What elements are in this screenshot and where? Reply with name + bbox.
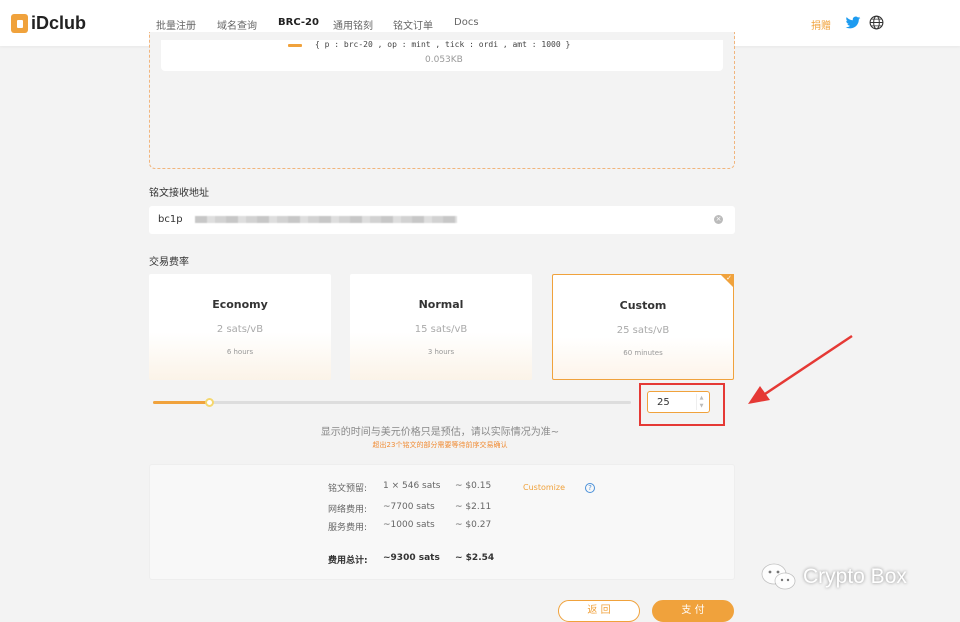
estimate-note: 显示的时间与美元价格只是预估，请以实际情况为准~	[320, 427, 560, 438]
fee-option-normal[interactable]: Normal 15 sats/vB 3 hours	[350, 274, 532, 380]
fee-option-title: Normal	[418, 298, 464, 311]
total-sats: ~9300 sats	[383, 553, 440, 563]
highlight-box	[639, 383, 725, 426]
reserve-sats: 1 × 546 sats	[383, 481, 441, 491]
customize-link[interactable]: Customize	[523, 483, 565, 492]
fee-option-custom[interactable]: ✓ Custom 25 sats/vB 60 minutes	[552, 274, 734, 380]
nav-item-orders[interactable]: 铭文订单	[393, 17, 433, 32]
fee-option-rate: 15 sats/vB	[414, 324, 468, 335]
total-label: 费用总计:	[328, 556, 368, 566]
pay-button[interactable]: 支 付	[652, 600, 734, 622]
logo-icon	[11, 14, 28, 33]
reserve-label: 铭文预留:	[328, 484, 368, 494]
fee-option-rate: 25 sats/vB	[616, 325, 670, 336]
address-label: 铭文接收地址	[149, 188, 209, 199]
receive-address-input[interactable]: bc1p ×	[149, 206, 735, 234]
nav-item-domain-search[interactable]: 域名查询	[217, 17, 257, 32]
network-fee-label: 网络费用:	[328, 505, 368, 515]
service-fee-label: 服务费用:	[328, 523, 368, 533]
cost-summary: 铭文预留: 1 × 546 sats ~ $0.15 Customize ? 网…	[149, 464, 735, 580]
total-usd: ~ $2.54	[455, 553, 495, 563]
fee-option-title: Custom	[619, 299, 667, 312]
fee-option-title: Economy	[212, 298, 268, 311]
donate-link[interactable]: 捐赠	[811, 17, 831, 32]
wechat-icon	[761, 563, 796, 590]
file-content: { p : brc-20 , op : mint , tick : ordi ,…	[315, 40, 571, 49]
twitter-icon[interactable]	[845, 15, 861, 34]
fee-slider[interactable]	[153, 398, 631, 407]
service-fee-usd: ~ $0.27	[455, 520, 492, 530]
check-icon: ✓	[726, 274, 732, 282]
file-item: { p : brc-20 , op : mint , tick : ordi ,…	[161, 40, 723, 71]
fee-option-time: 6 hours	[226, 348, 254, 356]
annotation-arrow-icon	[748, 334, 853, 404]
fee-slider-fill	[153, 401, 211, 404]
fee-option-time: 60 minutes	[623, 349, 663, 357]
service-fee-sats: ~1000 sats	[383, 520, 435, 530]
watermark-text: Crypto Box	[803, 565, 907, 588]
language-globe-icon[interactable]	[869, 15, 884, 34]
logo[interactable]: iDclub	[11, 13, 86, 34]
clear-icon[interactable]: ×	[714, 215, 723, 224]
logo-text: iDclub	[31, 13, 87, 33]
file-size: 0.053KB	[425, 55, 463, 65]
fee-slider-handle[interactable]	[205, 398, 215, 407]
nav-item-brc20[interactable]: BRC-20	[278, 17, 319, 28]
address-redacted	[195, 216, 457, 223]
watermark: Crypto Box	[760, 562, 907, 592]
address-value: bc1p	[158, 214, 183, 225]
back-button[interactable]: 返 回	[558, 600, 640, 622]
file-tag-icon	[288, 44, 302, 47]
fee-rate-label: 交易费率	[149, 257, 189, 268]
network-fee-sats: ~7700 sats	[383, 502, 435, 512]
fee-option-time: 3 hours	[427, 348, 455, 356]
warning-note: 超出23个铭文的部分需要等待前序交易确认	[372, 441, 508, 449]
fee-option-economy[interactable]: Economy 2 sats/vB 6 hours	[149, 274, 331, 380]
help-icon[interactable]: ?	[585, 483, 595, 493]
nav-item-general-inscribe[interactable]: 通用铭刻	[333, 17, 373, 32]
fee-option-rate: 2 sats/vB	[216, 324, 264, 335]
reserve-usd: ~ $0.15	[455, 481, 492, 491]
nav-item-docs[interactable]: Docs	[454, 17, 479, 28]
network-fee-usd: ~ $2.11	[455, 502, 492, 512]
nav-item-batch-register[interactable]: 批量注册	[156, 17, 196, 32]
